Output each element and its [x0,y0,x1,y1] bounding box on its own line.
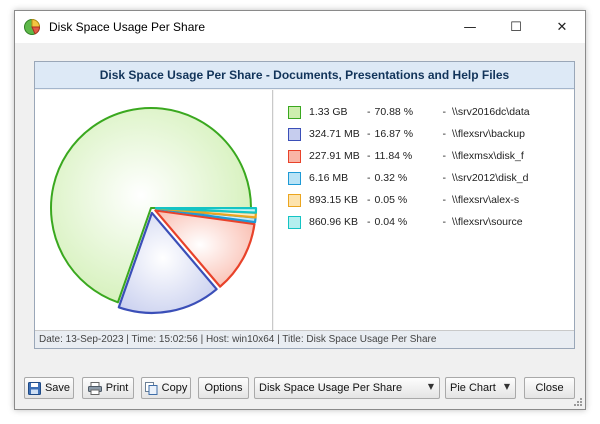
legend-share: \\srv2016dc\data [452,106,530,118]
close-window-button[interactable]: ✕ [539,11,585,43]
options-button[interactable]: Options [198,377,249,399]
legend-separator: - [442,106,447,118]
legend-percent: 11.84 % [374,150,413,162]
close-button[interactable]: Close [524,377,575,399]
report-select-value: Disk Space Usage Per Share [259,382,403,394]
resize-grip-icon[interactable] [573,397,583,407]
legend-swatch [288,149,301,163]
legend-item: 6.16 MB -0.32 % - \\srv2012\disk_d [288,170,528,186]
legend-swatch [288,127,301,141]
dropdown-arrow-icon: ▼ [503,382,510,391]
legend-share: \\flexmsx\disk_f [452,150,524,162]
app-pie-chart-icon [24,18,41,35]
legend-separator: - [367,106,371,118]
legend-separator: - [367,150,371,162]
chart-title: Disk Space Usage Per Share - Documents, … [35,62,574,89]
save-button[interactable]: Save [24,377,74,399]
legend-swatch [288,193,301,207]
legend-size: 227.91 MB [309,150,360,162]
save-label: Save [44,382,71,394]
window-title: Disk Space Usage Per Share [49,20,206,34]
copy-button[interactable]: Copy [141,377,191,399]
legend-percent: 16.87 % [374,128,414,140]
legend-size: 1.33 GB [309,106,348,118]
printer-icon [87,381,102,395]
legend: 1.33 GB -70.88 % - \\srv2016dc\data 324.71 M… [274,90,574,330]
legend-separator: - [442,194,447,206]
legend-separator: - [442,128,447,140]
minimize-button[interactable]: — [447,11,493,43]
legend-swatch [288,171,301,185]
legend-swatch [288,215,301,229]
legend-size: 6.16 MB [309,172,349,184]
legend-separator: - [367,128,371,140]
legend-separator: - [442,216,447,228]
copy-icon [144,381,158,395]
chart-panel: Disk Space Usage Per Share - Documents, … [34,61,575,349]
print-button[interactable]: Print [82,377,134,399]
legend-item: 893.15 KB -0.05 % - \\flexsrv\alex-s [288,192,519,208]
status-strip: Date: 13-Sep-2023 | Time: 15:02:56 | Hos… [35,330,574,348]
legend-item: 324.71 MB -16.87 % - \\flexsrv\backup [288,126,525,142]
legend-separator: - [367,216,371,228]
legend-separator: - [442,172,447,184]
title-bar: Disk Space Usage Per Share — ☐ ✕ [15,11,585,43]
legend-share: \\flexsrv\source [452,216,523,228]
chart-type-select[interactable]: Pie Chart ▼ [445,377,516,399]
pie-chart [50,107,258,315]
legend-size: 893.15 KB [309,194,359,206]
copy-label: Copy [161,382,188,394]
window-controls: — ☐ ✕ [447,11,585,43]
legend-percent: 0.32 % [374,172,408,184]
legend-item: 227.91 MB -11.84 % - \\flexmsx\disk_f [288,148,524,164]
legend-separator: - [442,150,447,162]
main-window: Disk Space Usage Per Share — ☐ ✕ Disk Sp… [14,10,586,410]
legend-share: \\flexsrv\backup [452,128,525,140]
legend-percent: 0.05 % [374,194,408,206]
legend-separator: - [367,172,371,184]
legend-item: 860.96 KB -0.04 % - \\flexsrv\source [288,214,523,230]
legend-size: 860.96 KB [309,216,359,228]
legend-swatch [288,105,301,119]
chart-type-value: Pie Chart [450,382,496,394]
legend-percent: 70.88 % [374,106,414,118]
floppy-disk-icon [27,381,41,395]
print-label: Print [105,382,129,394]
legend-share: \\flexsrv\alex-s [452,194,520,206]
legend-percent: 0.04 % [374,216,408,228]
pie-area [35,90,273,330]
dropdown-arrow-icon: ▼ [427,382,434,391]
legend-item: 1.33 GB -70.88 % - \\srv2016dc\data [288,104,530,120]
maximize-button[interactable]: ☐ [493,11,539,43]
legend-separator: - [367,194,371,206]
legend-size: 324.71 MB [309,128,360,140]
report-select[interactable]: Disk Space Usage Per Share ▼ [254,377,440,399]
legend-share: \\srv2012\disk_d [452,172,529,184]
